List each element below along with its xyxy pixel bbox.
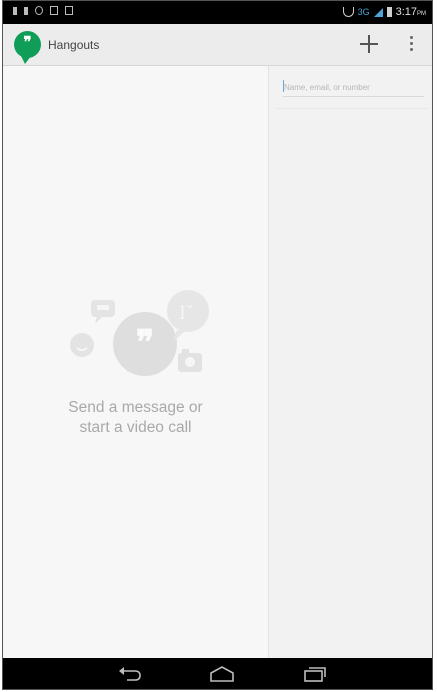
battery-icon bbox=[386, 7, 392, 17]
svg-text:lˇ: lˇ bbox=[180, 303, 195, 324]
signal-icon bbox=[373, 7, 383, 17]
wifi-icon bbox=[342, 7, 354, 17]
empty-state-line-2: start a video call bbox=[79, 419, 192, 436]
download-icon bbox=[50, 6, 58, 15]
action-bar: ❞ Hangouts bbox=[3, 24, 432, 66]
svg-text:❞: ❞ bbox=[136, 325, 154, 362]
empty-state-illustration: ❞ lˇ bbox=[70, 290, 209, 376]
empty-state-line-1: Send a message or bbox=[68, 399, 203, 416]
back-icon[interactable] bbox=[115, 664, 145, 684]
notification-icon bbox=[24, 6, 28, 15]
contacts-pane bbox=[269, 66, 432, 658]
empty-state-message: Send a message or start a video call bbox=[3, 398, 268, 438]
app-title: Hangouts bbox=[48, 38, 100, 52]
image-icon bbox=[65, 6, 73, 15]
add-icon[interactable] bbox=[357, 32, 381, 56]
network-type: 3G bbox=[357, 7, 370, 17]
clock: 3:17PM bbox=[396, 6, 426, 18]
hangouts-logo-icon[interactable]: ❞ bbox=[14, 31, 41, 64]
contact-search-input[interactable] bbox=[283, 78, 424, 97]
main-content: ❞ lˇ Send a message or start a video cal… bbox=[3, 66, 432, 658]
navigation-bar bbox=[3, 658, 432, 689]
text-cursor bbox=[283, 80, 284, 92]
sync-icon bbox=[35, 6, 43, 15]
device-screen: 3G 3:17PM ❞ Hangouts ❞ lˇ Send a message… bbox=[2, 0, 433, 690]
system-icons: 3G 3:17PM bbox=[342, 6, 426, 18]
overflow-menu-icon[interactable] bbox=[405, 34, 417, 54]
clock-time: 3:17 bbox=[395, 6, 417, 18]
recent-apps-icon[interactable] bbox=[299, 664, 329, 684]
clock-ampm: PM bbox=[417, 11, 426, 17]
search-divider bbox=[277, 108, 427, 109]
home-icon[interactable] bbox=[207, 664, 237, 684]
status-bar: 3G 3:17PM bbox=[3, 1, 432, 24]
conversation-pane: ❞ lˇ Send a message or start a video cal… bbox=[3, 66, 268, 658]
notification-icons bbox=[13, 6, 73, 15]
usb-icon bbox=[13, 6, 17, 15]
